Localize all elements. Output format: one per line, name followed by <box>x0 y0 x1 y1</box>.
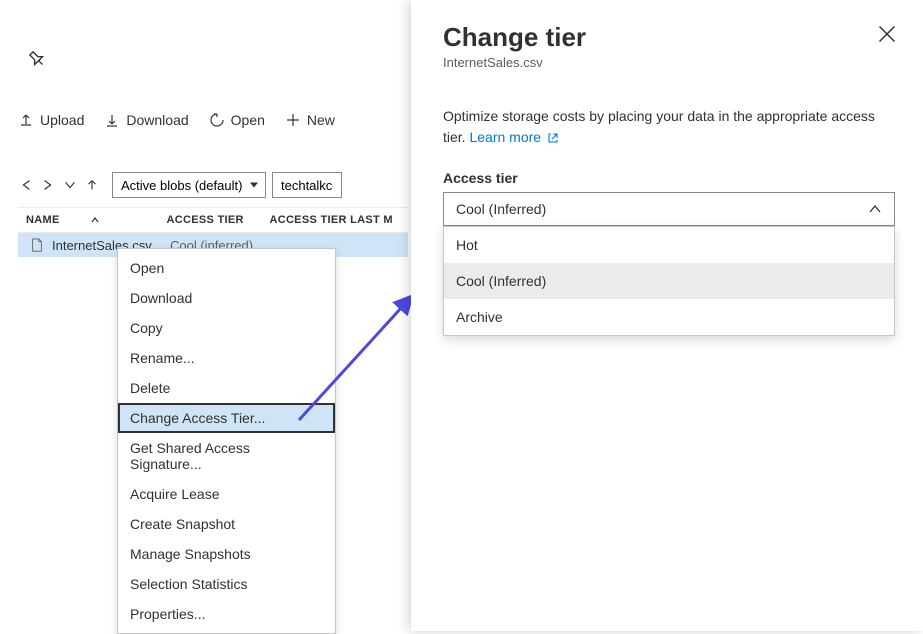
download-icon <box>104 112 120 128</box>
context-menu-item[interactable]: Change Access Tier... <box>118 403 335 433</box>
new-button[interactable]: New <box>285 112 335 128</box>
access-tier-label: Access tier <box>443 170 895 186</box>
context-menu-item[interactable]: Properties... <box>118 599 335 629</box>
new-label: New <box>307 112 335 128</box>
table-header: NAME ACCESS TIER ACCESS TIER LAST M <box>18 207 408 233</box>
nav-row: Active blobs (default) <box>18 172 342 198</box>
context-menu-item[interactable]: Download <box>118 283 335 313</box>
learn-more-label: Learn more <box>469 129 541 145</box>
context-menu-item[interactable]: Open <box>118 253 335 283</box>
dropdown-selected: Cool (Inferred) <box>456 201 546 217</box>
file-icon <box>30 238 44 252</box>
blob-filter-select[interactable]: Active blobs (default) <box>112 172 266 198</box>
col-modified-label: ACCESS TIER LAST M <box>269 214 408 226</box>
panel-title: Change tier <box>443 22 895 53</box>
col-name-label: NAME <box>26 214 60 226</box>
close-icon <box>877 24 897 44</box>
context-menu-item[interactable]: Rename... <box>118 343 335 373</box>
col-tier-label: ACCESS TIER <box>167 214 270 226</box>
chevron-down-icon[interactable] <box>62 177 78 193</box>
context-menu: OpenDownloadCopyRename...DeleteChange Ac… <box>117 248 336 634</box>
back-icon[interactable] <box>18 177 34 193</box>
forward-icon[interactable] <box>40 177 56 193</box>
learn-more-link[interactable]: Learn more <box>469 129 558 145</box>
open-button[interactable]: Open <box>209 112 265 128</box>
context-menu-item[interactable]: Manage Snapshots <box>118 539 335 569</box>
plus-icon <box>285 112 301 128</box>
context-menu-item[interactable]: Selection Statistics <box>118 569 335 599</box>
external-link-icon <box>547 132 559 144</box>
change-tier-panel: Change tier InternetSales.csv Optimize s… <box>411 0 923 631</box>
context-menu-item[interactable]: Delete <box>118 373 335 403</box>
panel-description: Optimize storage costs by placing your d… <box>443 106 895 148</box>
chevron-up-icon <box>868 202 882 216</box>
dropdown-option[interactable]: Hot <box>444 227 894 263</box>
context-menu-item[interactable]: Acquire Lease <box>118 479 335 509</box>
context-menu-item[interactable]: Get Shared Access Signature... <box>118 433 335 479</box>
download-label: Download <box>126 112 188 128</box>
upload-icon <box>18 112 34 128</box>
context-menu-item[interactable]: Create Snapshot <box>118 509 335 539</box>
up-icon[interactable] <box>84 177 100 193</box>
context-menu-item[interactable]: Copy <box>118 313 335 343</box>
pin-icon[interactable] <box>28 50 46 68</box>
toolbar: Upload Download Open New <box>18 112 335 128</box>
access-tier-dropdown: Cool (Inferred) HotCool (Inferred)Archiv… <box>443 192 895 226</box>
download-button[interactable]: Download <box>104 112 188 128</box>
close-button[interactable] <box>877 24 897 44</box>
panel-subtitle: InternetSales.csv <box>443 55 895 70</box>
dropdown-button[interactable]: Cool (Inferred) <box>443 192 895 226</box>
breadcrumb-input[interactable] <box>272 172 342 198</box>
dropdown-option[interactable]: Archive <box>444 299 894 335</box>
open-icon <box>209 112 225 128</box>
dropdown-list: HotCool (Inferred)Archive <box>443 226 895 336</box>
dropdown-option[interactable]: Cool (Inferred) <box>444 263 894 299</box>
upload-button[interactable]: Upload <box>18 112 84 128</box>
open-label: Open <box>231 112 265 128</box>
upload-label: Upload <box>40 112 84 128</box>
sort-icon <box>90 215 100 225</box>
